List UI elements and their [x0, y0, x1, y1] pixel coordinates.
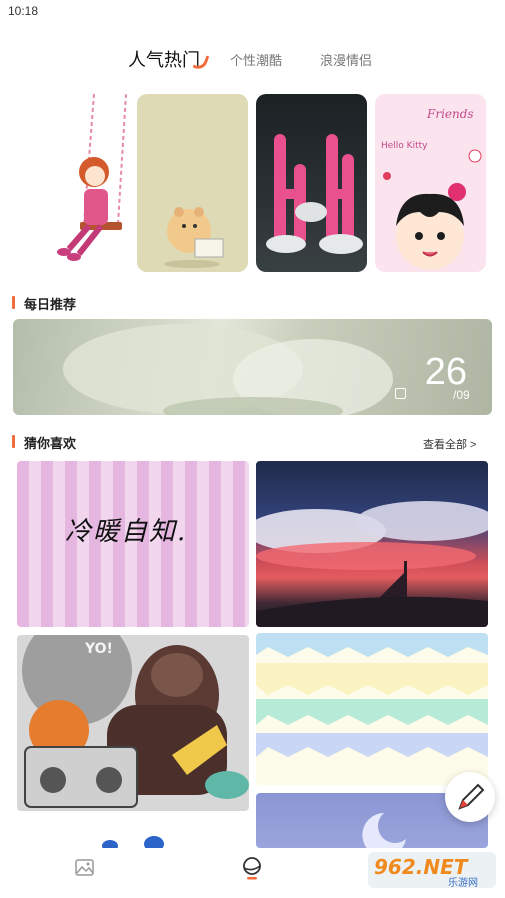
tile-handwriting-text: 冷暖自知. [65, 517, 188, 547]
watermark-logo: 962.NET 乐游网 [366, 848, 498, 892]
daily-section-title: 每日推荐 [12, 294, 76, 313]
featured-item-hamster[interactable] [137, 94, 248, 272]
tab-personality[interactable]: 个性潮酷 [230, 50, 282, 69]
create-button[interactable] [445, 772, 495, 822]
sunset-illustration [256, 501, 488, 627]
nav-gallery[interactable] [73, 856, 97, 880]
wallpaper-tile-lengnuan[interactable]: 冷暖自知. [17, 461, 249, 627]
planet-icon [243, 857, 261, 880]
hello-kitty-text: Hello Kitty [381, 141, 428, 151]
friends-text: Friends [426, 107, 474, 121]
monkey-illustration: YO! [22, 635, 249, 808]
pencil-icon [458, 783, 485, 810]
svg-text:962.NET: 962.NET [374, 855, 469, 879]
category-tabs: 人气热门 个性潮酷 浪漫情侣 [0, 44, 505, 84]
nav-discover[interactable] [240, 856, 264, 880]
featured-item-cartoon-girl[interactable]: Hello Kitty Friends [375, 94, 486, 272]
tab-popular[interactable]: 人气热门 [128, 46, 200, 72]
status-time: 10:18 [8, 4, 39, 18]
pastel-waves-illustration [256, 633, 488, 757]
partial-tile-blue-shapes [100, 834, 170, 852]
daily-banner[interactable] [13, 319, 492, 415]
tab-romantic[interactable]: 浪漫情侣 [320, 50, 372, 69]
view-all-link[interactable]: 查看全部 > [423, 436, 476, 452]
image-icon [75, 859, 94, 876]
daily-banner-image [63, 324, 393, 415]
featured-item-pink-cactus[interactable] [256, 94, 367, 272]
cartoon-girl-illustration: Hello Kitty Friends [381, 107, 482, 270]
daily-month: /09 [453, 388, 470, 402]
wallpaper-tile-monkey[interactable]: YO! [17, 635, 249, 811]
recommend-section-title: 猜你喜欢 [12, 433, 76, 452]
featured-carousel[interactable]: Hello Kitty Friends [0, 94, 505, 272]
status-bar: 10:18 [0, 0, 505, 24]
wallpaper-tile-pastel-waves[interactable] [256, 633, 488, 785]
wallpaper-tile-sunset[interactable] [256, 461, 488, 627]
featured-item-girl-swing[interactable] [44, 94, 134, 272]
girl-swing-illustration [57, 94, 127, 261]
svg-text:乐游网: 乐游网 [448, 876, 478, 889]
hamster-illustration [164, 207, 224, 268]
cactus-illustration [266, 134, 363, 254]
yo-text: YO! [84, 641, 113, 657]
calendar-icon [395, 388, 406, 399]
